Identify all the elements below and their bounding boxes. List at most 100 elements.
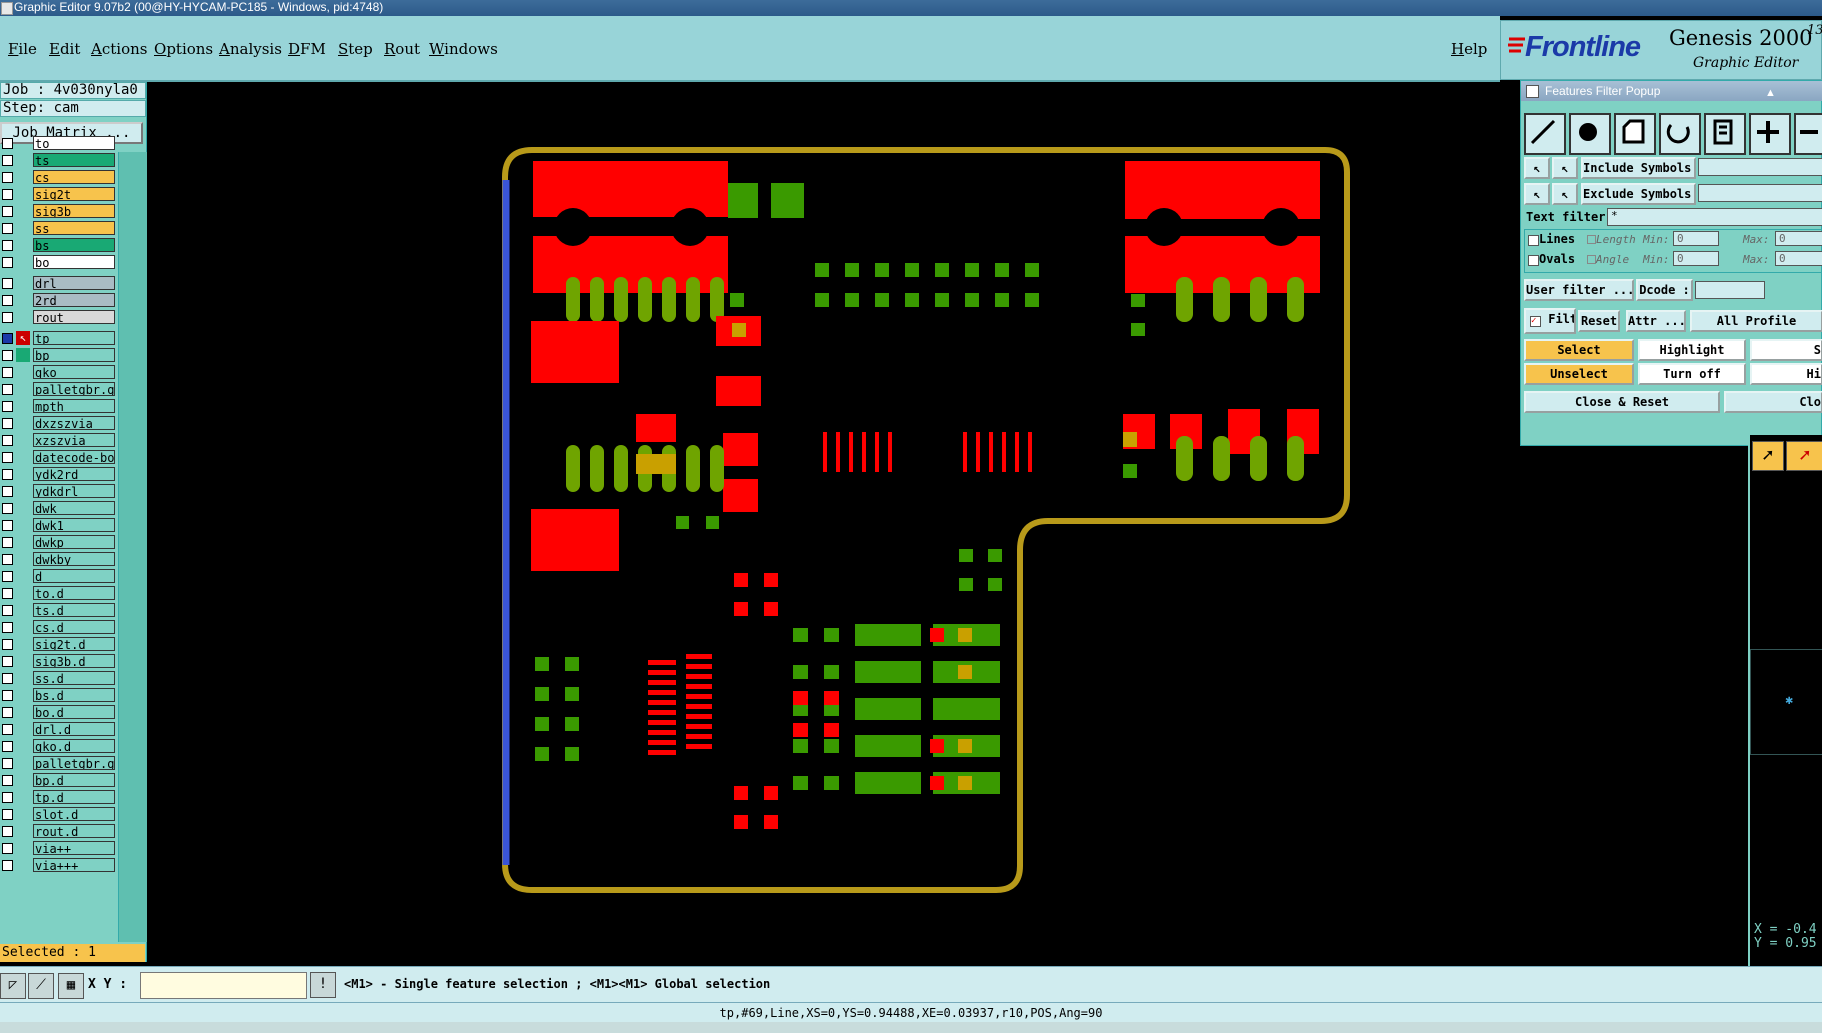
layer-state-icon[interactable] <box>16 858 30 872</box>
layer-state-icon[interactable] <box>16 586 30 600</box>
layer-state-icon[interactable] <box>16 136 30 150</box>
layer-state-icon[interactable] <box>16 688 30 702</box>
layer-state-icon[interactable] <box>16 293 30 307</box>
layer-state-icon[interactable] <box>16 484 30 498</box>
text-tool-button[interactable] <box>1704 113 1746 155</box>
layer-state-icon[interactable] <box>16 824 30 838</box>
dcode-button[interactable]: Dcode : <box>1636 279 1693 301</box>
layer-name[interactable]: palletgbr.gk <box>33 756 115 770</box>
pad-tool-button[interactable] <box>1569 113 1611 155</box>
layer-checkbox[interactable] <box>2 452 13 463</box>
layer-list-scrollbar[interactable] <box>118 152 147 942</box>
layer-name[interactable]: bs <box>33 238 115 252</box>
layer-state-icon[interactable] <box>16 187 30 201</box>
layer-checkbox[interactable] <box>2 469 13 480</box>
layer-checkbox[interactable] <box>2 707 13 718</box>
popup-title-bar[interactable]: Features Filter Popup ▲ <box>1521 81 1822 101</box>
include-symbols-button[interactable]: Include Symbols : <box>1581 157 1696 179</box>
layer-checkbox[interactable] <box>2 240 13 251</box>
layer-checkbox[interactable] <box>2 312 13 323</box>
measure-icon[interactable]: ⟋ <box>28 973 54 999</box>
text-filter-input[interactable]: * <box>1607 208 1822 226</box>
layer-name[interactable]: datecode-bo <box>33 450 115 464</box>
layer-name[interactable]: ydkdrl <box>33 484 115 498</box>
layer-name[interactable]: 2rd <box>33 293 115 307</box>
layer-checkbox[interactable] <box>2 605 13 616</box>
layer-state-icon[interactable] <box>16 773 30 787</box>
menu-edit[interactable]: Edit <box>49 40 80 58</box>
layer-checkbox[interactable] <box>2 333 13 344</box>
layer-name[interactable]: bo <box>33 255 115 269</box>
layer-checkbox[interactable] <box>2 486 13 497</box>
angle-max-input[interactable]: 0 <box>1775 251 1822 266</box>
layer-row[interactable]: dwk <box>0 501 116 515</box>
layer-checkbox[interactable] <box>2 350 13 361</box>
menu-analysis[interactable]: Analysis <box>219 40 282 58</box>
layer-state-icon[interactable] <box>16 841 30 855</box>
layer-row[interactable]: bs.d <box>0 688 116 702</box>
add-button[interactable] <box>1749 113 1791 155</box>
layer-name[interactable]: dxzszvia <box>33 416 115 430</box>
layer-checkbox[interactable] <box>2 418 13 429</box>
layer-checkbox[interactable] <box>2 758 13 769</box>
layer-checkbox[interactable] <box>2 775 13 786</box>
menu-help[interactable]: Help <box>1451 40 1487 58</box>
layer-checkbox[interactable] <box>2 189 13 200</box>
layer-name[interactable]: sig2t <box>33 187 115 201</box>
layer-checkbox[interactable] <box>2 639 13 650</box>
layer-state-icon[interactable] <box>16 705 30 719</box>
layer-checkbox[interactable] <box>2 809 13 820</box>
layer-state-icon[interactable] <box>16 603 30 617</box>
layer-row[interactable]: bo <box>0 255 116 269</box>
layer-row[interactable]: palletgbr.gk <box>0 756 116 770</box>
select-button[interactable]: Select <box>1524 339 1634 361</box>
layer-state-icon[interactable] <box>16 433 30 447</box>
close-button[interactable]: Clo <box>1724 391 1822 413</box>
layer-checkbox[interactable] <box>2 690 13 701</box>
layer-name[interactable]: mpth <box>33 399 115 413</box>
layer-row[interactable]: xzszvia <box>0 433 116 447</box>
layer-state-icon[interactable] <box>16 654 30 668</box>
layer-name[interactable]: rout <box>33 310 115 324</box>
layer-checkbox[interactable] <box>2 367 13 378</box>
layer-name[interactable]: drl.d <box>33 722 115 736</box>
layer-row[interactable]: ydkdrl <box>0 484 116 498</box>
layer-name[interactable]: gko.d <box>33 739 115 753</box>
line-tool-button[interactable] <box>1524 113 1566 155</box>
layer-row[interactable]: dwk1 <box>0 518 116 532</box>
layer-checkbox[interactable] <box>2 588 13 599</box>
layer-state-icon[interactable] <box>16 348 30 362</box>
layer-name[interactable]: tp <box>33 331 115 345</box>
layer-name[interactable]: ss.d <box>33 671 115 685</box>
layer-name[interactable]: cs <box>33 170 115 184</box>
zoom-area-icon[interactable]: ◸ <box>0 973 26 999</box>
layer-state-icon[interactable] <box>16 569 30 583</box>
remove-button[interactable] <box>1794 113 1822 155</box>
layer-row[interactable]: ss <box>0 221 116 235</box>
layer-name[interactable]: ydk2rd <box>33 467 115 481</box>
layer-checkbox[interactable] <box>2 384 13 395</box>
layer-checkbox[interactable] <box>2 435 13 446</box>
layer-row[interactable]: bp <box>0 348 116 362</box>
layer-name[interactable]: dwk <box>33 501 115 515</box>
layer-state-icon[interactable] <box>16 722 30 736</box>
layer-row[interactable]: to.d <box>0 586 116 600</box>
layer-row[interactable]: bs <box>0 238 116 252</box>
layer-row[interactable]: dxzszvia <box>0 416 116 430</box>
layer-checkbox[interactable] <box>2 571 13 582</box>
angle-min-input[interactable]: 0 <box>1673 251 1719 266</box>
layer-row[interactable]: bo.d <box>0 705 116 719</box>
layer-checkbox[interactable] <box>2 622 13 633</box>
layer-checkbox[interactable] <box>2 138 13 149</box>
layer-checkbox[interactable] <box>2 792 13 803</box>
unselect-button[interactable]: Unselect <box>1524 363 1634 385</box>
layer-checkbox[interactable] <box>2 295 13 306</box>
layer-checkbox[interactable] <box>2 843 13 854</box>
layer-name[interactable]: bs.d <box>33 688 115 702</box>
exclude-symbols-input[interactable] <box>1698 184 1822 202</box>
layer-row[interactable]: via++ <box>0 841 116 855</box>
graphic-canvas[interactable] <box>147 82 1746 966</box>
layer-name[interactable]: gko <box>33 365 115 379</box>
layer-name[interactable]: bo.d <box>33 705 115 719</box>
menu-options[interactable]: Options <box>154 40 213 58</box>
